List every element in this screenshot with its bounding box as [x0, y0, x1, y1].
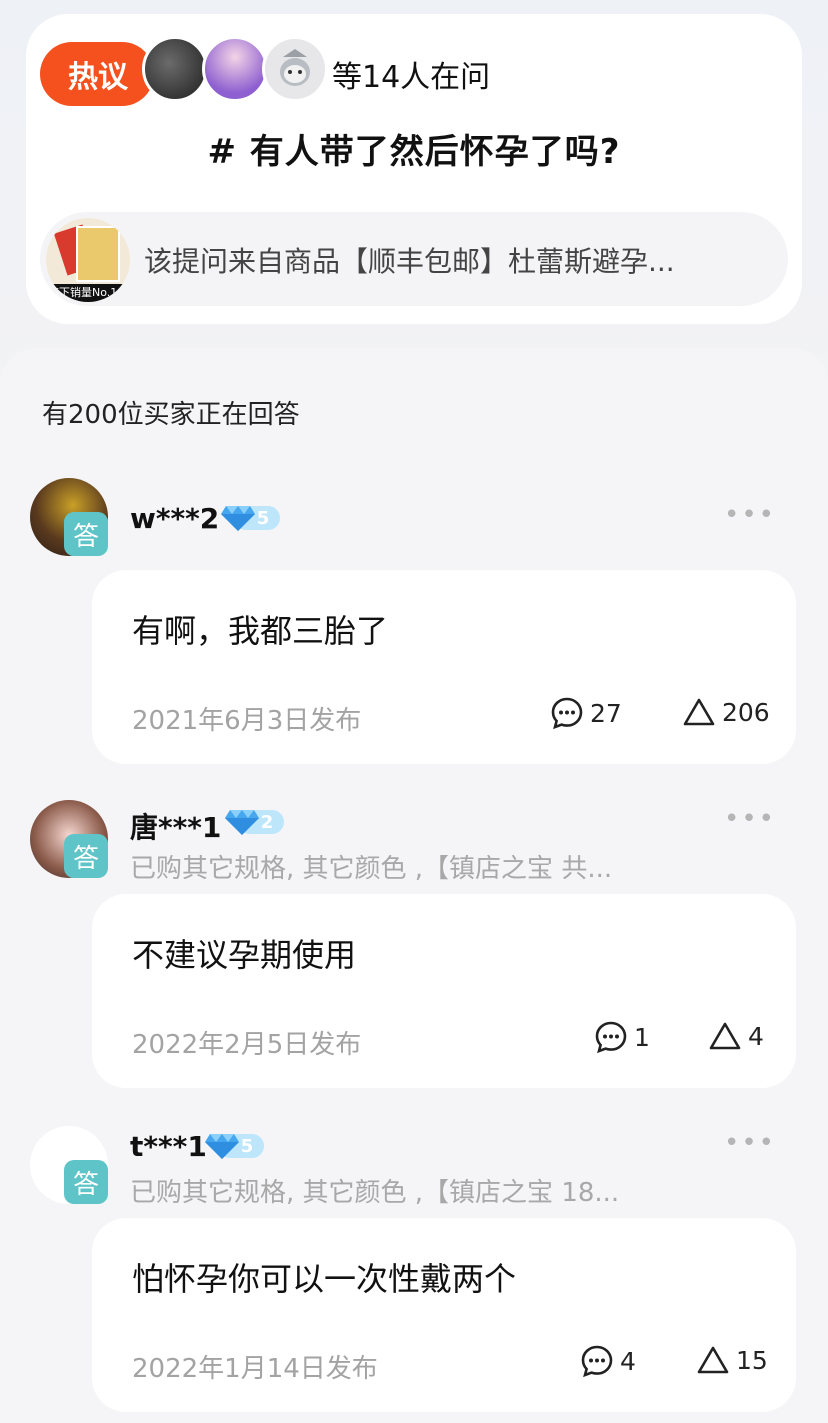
like-triangle-icon	[683, 698, 715, 726]
question-card: 热议 等14人在问 # 有人带了然后怀孕了吗? 旗下销量No.1 该提问来自商品…	[26, 14, 802, 324]
username[interactable]: 唐***1	[130, 806, 221, 846]
product-thumbnail[interactable]: 旗下销量No.1	[46, 218, 130, 302]
answer-tag: 答	[64, 834, 108, 878]
product-source-text: 该提问来自商品【顺丰包邮】杜蕾斯避孕...	[144, 245, 675, 278]
like-button[interactable]: 15	[696, 1344, 768, 1376]
question-title: # 有人带了然后怀孕了吗?	[207, 132, 621, 172]
answer-text: 不建议孕期使用	[132, 936, 357, 974]
like-triangle-icon	[709, 1022, 741, 1050]
answer-card[interactable]: 不建议孕期使用 2022年2月5日发布 1 4	[92, 894, 796, 1088]
comment-button[interactable]: 27	[550, 696, 622, 730]
answers-header: 有200位买家正在回答	[42, 400, 300, 430]
answer-date: 2022年1月14日发布	[132, 1354, 378, 1384]
comment-icon	[581, 1345, 613, 1378]
hot-badge: 热议	[40, 42, 154, 106]
like-triangle-icon	[697, 1346, 729, 1374]
more-options-icon[interactable]: •••	[724, 1128, 776, 1158]
comment-count: 1	[634, 1022, 650, 1052]
answer-tag: 答	[64, 512, 108, 556]
like-count: 206	[722, 697, 770, 727]
username[interactable]: w***2	[130, 502, 219, 535]
asker-avatar[interactable]	[202, 36, 268, 102]
answer-card[interactable]: 怕怀孕你可以一次性戴两个 2022年1月14日发布 4 15	[92, 1218, 796, 1412]
diamond-icon	[205, 1134, 239, 1159]
answer-date: 2021年6月3日发布	[132, 706, 362, 736]
purchase-info: 已购其它规格, 其它颜色 ,【镇店之宝 共...	[130, 854, 613, 884]
answer-card[interactable]: 有啊，我都三胎了 2021年6月3日发布 27 206	[92, 570, 796, 764]
comment-count: 4	[620, 1346, 636, 1376]
product-sales-badge: 旗下销量No.1	[48, 286, 118, 299]
comment-button[interactable]: 1	[594, 1020, 650, 1054]
answer-tag: 答	[64, 1160, 108, 1204]
comment-count: 27	[590, 698, 622, 728]
comment-icon	[595, 1021, 627, 1054]
username[interactable]: t***1	[130, 1130, 207, 1163]
like-button[interactable]: 4	[708, 1020, 764, 1052]
answer-date: 2022年2月5日发布	[132, 1030, 362, 1060]
like-count: 15	[736, 1345, 768, 1375]
level-badge: 2	[224, 808, 286, 835]
asker-avatar[interactable]	[262, 36, 328, 102]
asker-avatar[interactable]	[142, 36, 208, 102]
comment-icon	[551, 697, 583, 730]
level-badge: 5	[204, 1132, 266, 1159]
like-count: 4	[748, 1021, 764, 1051]
askers-count[interactable]: 等14人在问	[332, 52, 490, 96]
comment-button[interactable]: 4	[580, 1344, 636, 1378]
diamond-icon	[221, 506, 255, 531]
more-options-icon[interactable]: •••	[724, 804, 776, 834]
more-options-icon[interactable]: •••	[724, 500, 776, 530]
product-source[interactable]: 旗下销量No.1 该提问来自商品【顺丰包邮】杜蕾斯避孕...	[40, 212, 788, 306]
answer-text: 怕怀孕你可以一次性戴两个	[132, 1260, 517, 1298]
answer-text: 有啊，我都三胎了	[132, 612, 389, 650]
like-button[interactable]: 206	[682, 696, 770, 728]
diamond-icon	[225, 810, 259, 835]
level-badge: 5	[220, 504, 282, 531]
purchase-info: 已购其它规格, 其它颜色 ,【镇店之宝 18...	[130, 1178, 620, 1208]
